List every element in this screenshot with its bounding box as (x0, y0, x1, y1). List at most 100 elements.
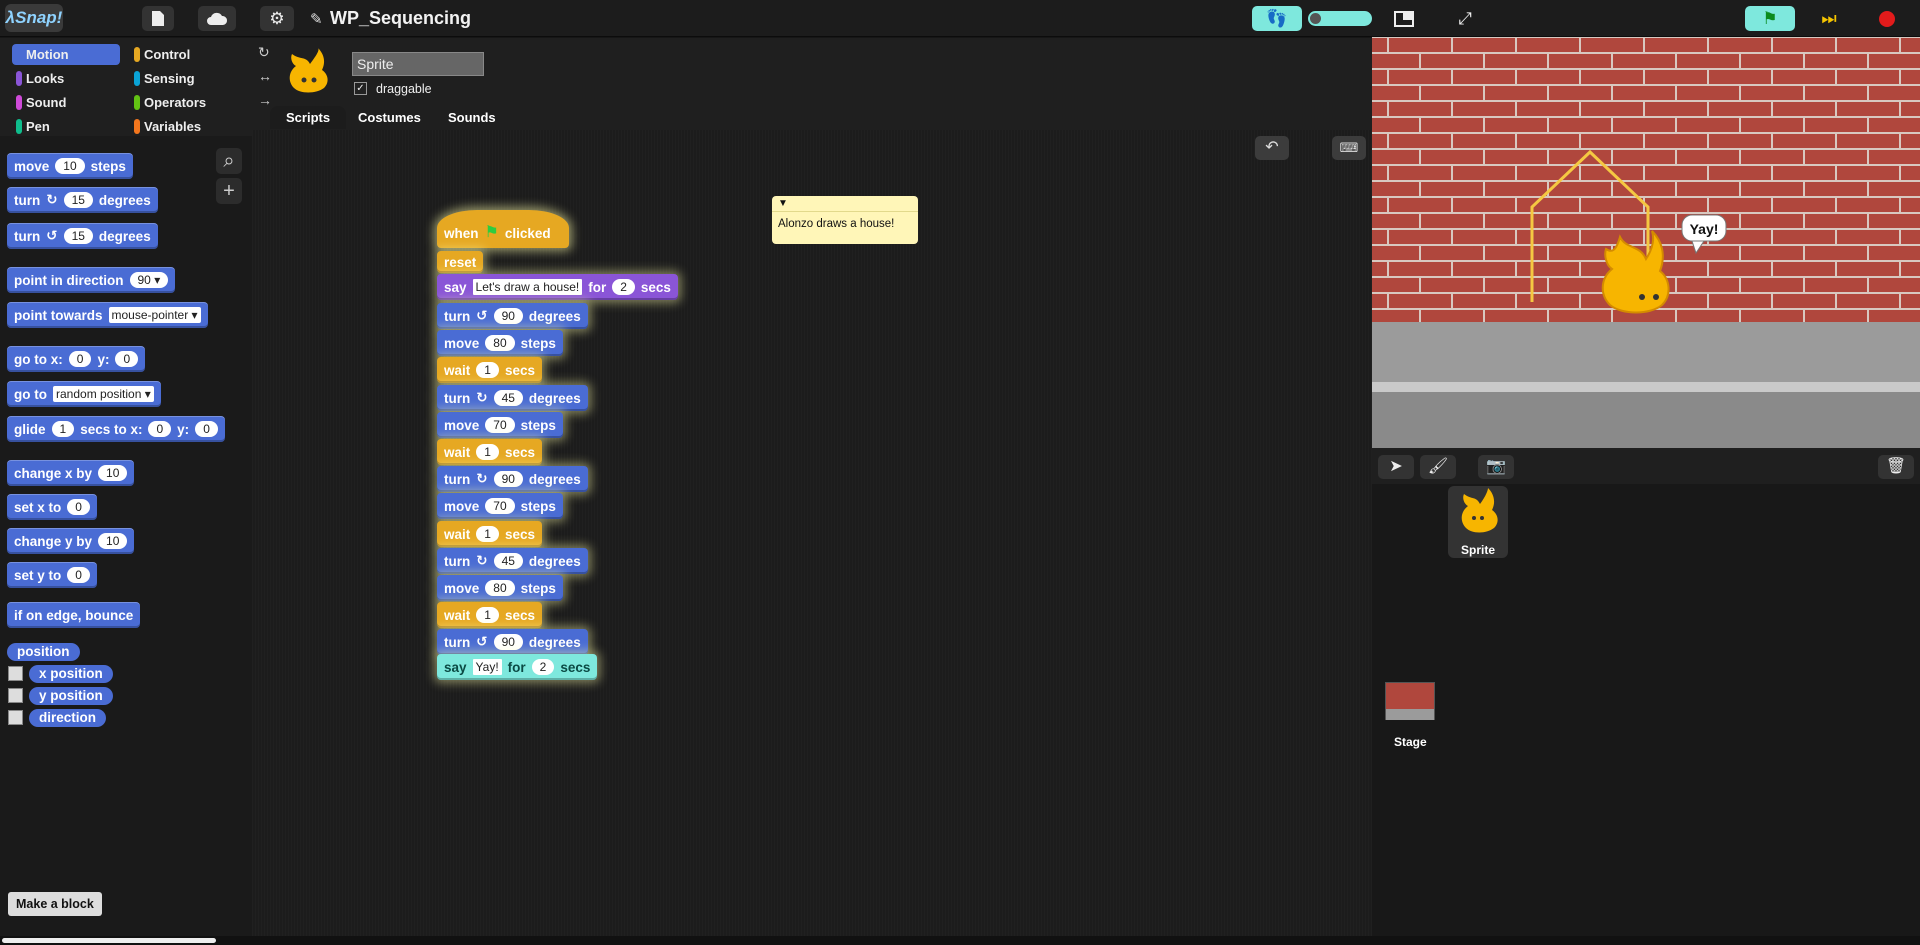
script-comment[interactable]: ▼ Alonzo draws a house! (772, 196, 918, 244)
block-move[interactable]: move 10 steps (7, 153, 133, 179)
category-operators[interactable]: Operators (130, 92, 238, 113)
number-input[interactable]: 90 (493, 634, 523, 650)
number-input[interactable]: 45 (493, 390, 523, 406)
turn-block[interactable]: turn ↺ 90 degrees (437, 303, 588, 329)
fullscreen-icon[interactable]: ⤢ (1448, 6, 1482, 31)
category-looks[interactable]: Looks (12, 68, 120, 89)
snap-logo[interactable]: λSnap! (5, 4, 63, 32)
block-bounce[interactable]: if on edge, bounce (7, 602, 141, 628)
number-input[interactable]: 1 (476, 526, 499, 542)
scrollbar-thumb[interactable] (2, 938, 216, 943)
category-control[interactable]: Control (130, 44, 238, 65)
block-change-x[interactable]: change x by 10 (7, 460, 135, 486)
move-block[interactable]: move 80 steps (437, 575, 563, 601)
block-glide[interactable]: glide 1 secs to x: 0 y: 0 (7, 416, 225, 442)
block-point-in-direction[interactable]: point in direction 90 ▾ (7, 267, 176, 293)
file-icon[interactable] (142, 6, 174, 31)
undo-icon[interactable]: ↶ (1255, 136, 1289, 160)
paint-brush-icon[interactable]: 🖌 (1420, 455, 1456, 479)
block-change-y[interactable]: change y by 10 (7, 528, 135, 554)
tab-scripts[interactable]: Scripts (270, 106, 347, 129)
cloud-icon[interactable] (198, 6, 236, 31)
y-position-checkbox[interactable] (8, 688, 23, 703)
direction-checkbox[interactable] (8, 710, 23, 725)
number-input[interactable]: 1 (476, 362, 499, 378)
settings-gear-icon[interactable]: ⚙ (260, 6, 294, 31)
horizontal-scrollbar[interactable] (0, 936, 1920, 945)
block-go-to-xy[interactable]: go to x: 0 y: 0 (7, 346, 146, 372)
block-set-x[interactable]: set x to 0 (7, 494, 97, 520)
category-pen[interactable]: Pen (12, 116, 120, 137)
wait-block[interactable]: wait 1 secs (437, 439, 542, 465)
block-turn-counterclockwise[interactable]: turn ↺ 15 degrees (7, 223, 158, 249)
category-variables[interactable]: Variables (130, 116, 238, 137)
sprite-name-field[interactable]: Sprite (352, 52, 484, 76)
scripts-area[interactable] (252, 130, 1372, 936)
reset-block[interactable]: reset (437, 251, 484, 273)
rotation-left-right-icon[interactable]: ↔ (258, 68, 272, 84)
towards-dropdown[interactable]: mouse-pointer ▾ (108, 307, 201, 323)
green-flag-icon[interactable]: ⚑ (1745, 6, 1795, 31)
turn-block[interactable]: turn ↻ 45 degrees (437, 548, 588, 574)
stage[interactable]: Yay! (1372, 37, 1920, 448)
block-go-to[interactable]: go to random position ▾ (7, 381, 161, 407)
say-text-input[interactable]: Let's draw a house! (472, 279, 583, 295)
reporter-y-position[interactable]: y position (29, 687, 113, 705)
number-input[interactable]: 70 (485, 417, 515, 433)
number-input[interactable]: 90 (493, 308, 523, 324)
block-turn-clockwise[interactable]: turn ↻ 15 degrees (7, 187, 158, 213)
say-yay-block[interactable]: say Yay! for 2 secs (437, 654, 598, 680)
tab-costumes[interactable]: Costumes (358, 110, 421, 125)
draggable-checkbox[interactable]: ✓ (354, 82, 367, 95)
turn-block[interactable]: turn ↻ 90 degrees (437, 466, 588, 492)
comment-text[interactable]: Alonzo draws a house! (772, 212, 918, 236)
number-input[interactable]: 80 (485, 335, 515, 351)
block-point-towards[interactable]: point towards mouse-pointer ▾ (7, 302, 208, 328)
reporter-x-position[interactable]: x position (29, 665, 113, 683)
number-input[interactable]: 70 (485, 498, 515, 514)
normal-stage-icon[interactable] (1385, 6, 1423, 31)
x-position-checkbox[interactable] (8, 666, 23, 681)
footprints-icon[interactable]: 👣 (1252, 6, 1302, 31)
block-set-y[interactable]: set y to 0 (7, 562, 97, 588)
stage-thumbnail[interactable] (1385, 682, 1435, 720)
say-for-secs-block[interactable]: say Let's draw a house! for 2 secs (437, 274, 678, 300)
turn-block[interactable]: turn ↺ 90 degrees (437, 629, 588, 655)
keyboard-icon[interactable]: ⌨ (1332, 136, 1366, 160)
reporter-direction[interactable]: direction (29, 709, 107, 727)
make-a-block-button[interactable]: Make a block (8, 892, 102, 916)
when-flag-clicked-hat-block[interactable]: when ⚑ clicked (437, 210, 569, 248)
move-block[interactable]: move 70 steps (437, 412, 563, 438)
comment-collapse-icon[interactable]: ▼ (772, 196, 918, 212)
camera-icon[interactable]: 📷 (1478, 455, 1514, 479)
goto-dropdown[interactable]: random position ▾ (53, 386, 154, 402)
wait-block[interactable]: wait 1 secs (437, 602, 542, 628)
number-input[interactable]: 80 (485, 580, 515, 596)
add-icon[interactable]: + (216, 178, 242, 204)
turn-block[interactable]: turn ↻ 45 degrees (437, 385, 588, 411)
number-input[interactable]: 1 (476, 607, 499, 623)
wait-block[interactable]: wait 1 secs (437, 357, 542, 383)
number-input[interactable]: 45 (493, 553, 523, 569)
move-block[interactable]: move 80 steps (437, 330, 563, 356)
say-text-input[interactable]: Yay! (472, 659, 502, 675)
category-sensing[interactable]: Sensing (130, 68, 238, 89)
reporter-position[interactable]: position (7, 643, 80, 661)
number-input[interactable]: 90 (493, 471, 523, 487)
stepping-speed-slider[interactable] (1308, 11, 1372, 26)
pause-icon[interactable]: ⏭ (1812, 6, 1846, 31)
rotation-none-icon[interactable]: → (258, 92, 272, 108)
rotation-any-icon[interactable]: ↻ (258, 44, 270, 61)
wait-block[interactable]: wait 1 secs (437, 521, 542, 547)
tab-sounds[interactable]: Sounds (448, 110, 496, 125)
stop-icon[interactable] (1870, 6, 1904, 31)
move-block[interactable]: move 70 steps (437, 493, 563, 519)
number-input[interactable]: 1 (476, 444, 499, 460)
direction-dropdown[interactable]: 90 ▾ (129, 272, 169, 288)
search-icon[interactable]: ⌕ (216, 148, 242, 174)
category-sound[interactable]: Sound (12, 92, 120, 113)
category-motion[interactable]: Motion (12, 44, 120, 65)
trash-icon[interactable]: 🗑 (1878, 455, 1914, 479)
add-turtle-sprite-icon[interactable]: ➤ (1378, 455, 1414, 479)
slider-knob[interactable] (1310, 13, 1321, 24)
